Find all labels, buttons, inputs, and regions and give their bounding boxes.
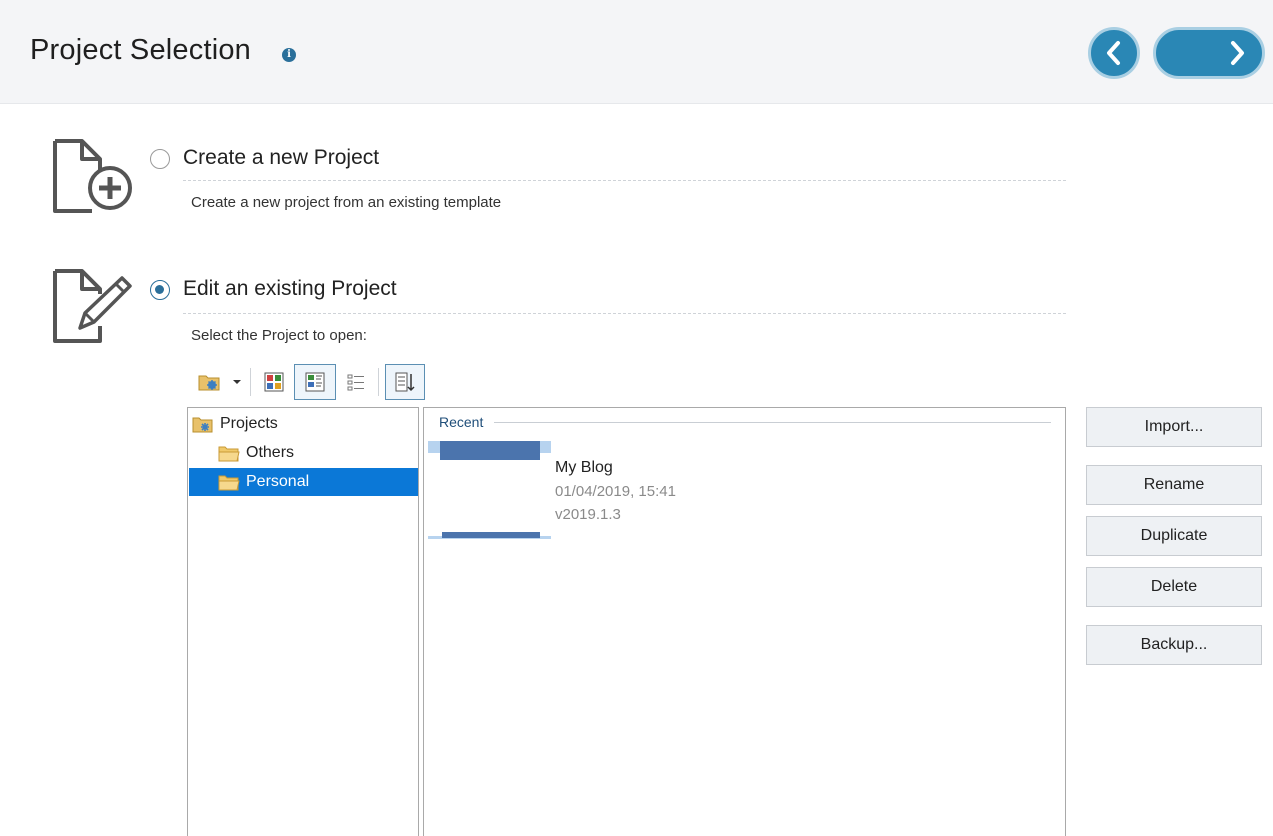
header: Project Selection i — [0, 0, 1273, 104]
info-icon[interactable]: i — [282, 48, 296, 62]
sort-icon — [395, 372, 415, 392]
tree-item-label: Personal — [246, 473, 310, 490]
project-date: 01/04/2019, 15:41 — [555, 483, 676, 500]
recent-header: Recent — [439, 414, 490, 430]
project-folder-dropdown[interactable] — [230, 364, 244, 400]
list-view-icon — [347, 374, 364, 391]
large-icons-view-button[interactable] — [258, 364, 290, 400]
project-folder-button[interactable] — [196, 364, 224, 400]
edit-project-label[interactable]: Edit an existing Project — [183, 277, 397, 301]
large-icons-view-icon — [264, 372, 284, 392]
toolbar-separator — [250, 368, 251, 396]
project-folder-icon — [198, 375, 220, 391]
edit-project-radio[interactable] — [150, 280, 170, 300]
recent-projects-panel: Recent My Blog 01/04/2019, 15:41 v2019.1… — [423, 407, 1066, 836]
chevron-left-icon — [1107, 41, 1120, 65]
sort-button[interactable] — [385, 364, 425, 400]
project-thumbnail-bar — [440, 441, 540, 460]
project-tree: Projects Others Personal — [187, 407, 419, 836]
projects-folder-icon — [192, 415, 214, 433]
thumbnail-bottom-bar — [442, 532, 540, 538]
edit-document-icon — [53, 269, 132, 343]
toolbar-separator — [378, 368, 379, 396]
create-project-description: Create a new project from an existing te… — [191, 194, 502, 211]
project-selection-page: Project Selection i Create a new Project… — [0, 0, 1273, 836]
delete-button[interactable]: Delete — [1086, 567, 1262, 607]
list-view-button[interactable] — [340, 364, 372, 400]
create-project-radio[interactable] — [150, 149, 170, 169]
tree-item-label: Projects — [220, 415, 278, 432]
project-name[interactable]: My Blog — [555, 459, 613, 477]
back-button[interactable] — [1088, 27, 1140, 79]
import-button[interactable]: Import... — [1086, 407, 1262, 447]
create-project-label[interactable]: Create a new Project — [183, 146, 379, 170]
details-view-button[interactable] — [294, 364, 336, 400]
edit-divider — [183, 313, 1066, 314]
recent-header-line — [494, 422, 1051, 423]
tree-item-personal[interactable]: Personal — [189, 468, 418, 496]
duplicate-button[interactable]: Duplicate — [1086, 516, 1262, 556]
details-view-icon — [305, 372, 325, 392]
project-version: v2019.1.3 — [555, 506, 621, 523]
project-thumbnail-bottom — [428, 530, 551, 539]
create-divider — [183, 180, 1066, 181]
backup-button[interactable]: Backup... — [1086, 625, 1262, 665]
tree-item-others[interactable]: Others — [190, 439, 416, 467]
next-button[interactable] — [1153, 27, 1265, 79]
select-project-prompt: Select the Project to open: — [191, 327, 367, 344]
chevron-right-icon — [1231, 41, 1244, 65]
folder-icon — [218, 444, 240, 462]
new-document-icon — [53, 139, 132, 213]
tree-item-label: Others — [246, 444, 295, 461]
folder-icon — [218, 473, 240, 491]
rename-button[interactable]: Rename — [1086, 465, 1262, 505]
page-title: Project Selection — [30, 34, 252, 66]
project-thumbnail[interactable] — [428, 441, 551, 460]
tree-item-projects[interactable]: Projects — [190, 410, 416, 438]
dropdown-arrow-icon — [233, 380, 241, 384]
